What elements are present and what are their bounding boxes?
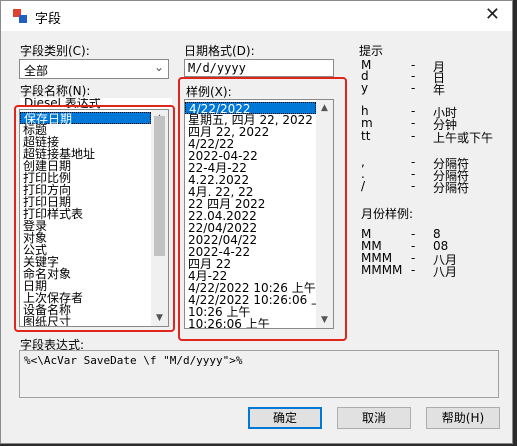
hint-row: MMM - 八月 <box>361 251 501 267</box>
date-format-input[interactable]: M/d/yyyy <box>184 59 334 77</box>
hints-label: 提示 <box>359 44 384 58</box>
hint-row: MMMM - 八月 <box>361 263 501 279</box>
field-dialog: 字段 ✕ 字段类别(C): 全部 ⌄ 字段名称(N): Diesel 表达式 保… <box>0 0 513 444</box>
hint-row: , - 分隔符 <box>361 155 501 171</box>
field-category-select[interactable]: 全部 ⌄ <box>19 59 169 79</box>
hint-code: / <box>361 179 366 193</box>
title-bar: 字段 ✕ <box>1 1 512 31</box>
hint-meaning: 分隔符 <box>433 181 470 195</box>
ok-button[interactable]: 确定 <box>248 407 322 429</box>
hint-meaning: 上午或下午 <box>433 131 494 145</box>
hint-code: y <box>361 81 369 95</box>
examples-highlight <box>178 77 347 341</box>
hint-dash: - <box>411 81 416 95</box>
hint-row: M-8 <box>361 227 501 241</box>
hint-code: tt <box>361 129 371 143</box>
help-button[interactable]: 帮助(H) <box>426 407 500 429</box>
hint-dash: - <box>411 179 416 193</box>
field-category-value: 全部 <box>24 64 49 78</box>
hint-meaning: 年 <box>433 83 446 97</box>
hint-dash: - <box>411 129 416 143</box>
cancel-button[interactable]: 取消 <box>337 407 411 429</box>
window-title: 字段 <box>35 12 62 27</box>
month-samples-label: 月份样例: <box>361 207 414 221</box>
field-app-icon <box>13 9 27 23</box>
field-names-label: 字段名称(N): <box>20 84 91 98</box>
hint-row: h - 小时 <box>361 104 501 120</box>
field-names-highlight <box>14 105 175 332</box>
close-icon[interactable]: ✕ <box>485 4 500 25</box>
hint-row: y-年 <box>361 81 501 97</box>
hint-dash: - <box>411 263 416 277</box>
hint-dash: - <box>411 116 416 130</box>
hint-meaning: 八月 <box>433 265 458 279</box>
chevron-down-icon: ⌄ <box>153 60 164 74</box>
hint-row: MM -08 <box>361 239 501 253</box>
hint-code: MMMM <box>361 263 403 277</box>
hint-code: m <box>361 116 373 130</box>
hint-row: m - 分钟 <box>361 116 501 132</box>
field-category-label: 字段类别(C): <box>20 44 90 58</box>
hint-row: / - 分隔符 <box>361 179 501 195</box>
date-format-label: 日期格式(D): <box>184 44 255 58</box>
hint-row: d-日 <box>361 69 501 85</box>
hint-row: . - 分隔符 <box>361 167 501 183</box>
field-expression-box[interactable]: %<\AcVar SaveDate \f "M/d/yyyy">% <box>19 350 499 398</box>
hint-row: tt - 上午或下午 <box>361 129 501 145</box>
